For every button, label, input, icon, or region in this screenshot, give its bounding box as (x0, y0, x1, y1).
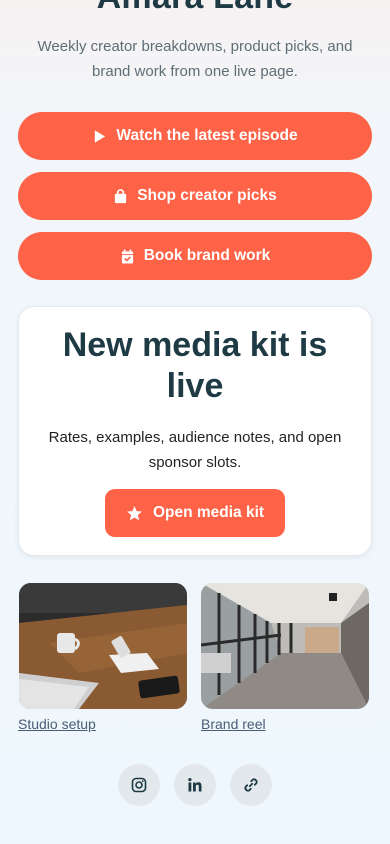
shop-creator-picks-label: Shop creator picks (137, 187, 277, 204)
profile-tagline: Weekly creator breakdowns, product picks… (37, 38, 353, 80)
laptop-desk-photo (19, 583, 187, 709)
linkedin-icon (188, 778, 202, 792)
watch-latest-episode-button[interactable]: Watch the latest episode (18, 112, 372, 160)
link-in-bio-page: Amara Lane Weekly creator breakdowns, pr… (0, 0, 390, 844)
linkedin-button[interactable] (174, 764, 216, 806)
instagram-icon (131, 777, 147, 793)
studio-setup-link[interactable]: Studio setup (18, 716, 96, 732)
open-media-kit-button[interactable]: Open media kit (105, 489, 285, 537)
media-kit-card: New media kit is live Rates, examples, a… (18, 306, 372, 556)
link-icon (244, 778, 258, 792)
studio-setup-image[interactable] (19, 583, 187, 709)
star-icon (126, 505, 142, 520)
media-kit-card-body: Rates, examples, audience notes, and ope… (48, 429, 342, 471)
shopping-bag-icon (115, 188, 127, 203)
website-link-button[interactable] (230, 764, 272, 806)
office-hallway-photo (201, 583, 369, 709)
instagram-button[interactable] (118, 764, 160, 806)
shop-creator-picks-button[interactable]: Shop creator picks (18, 172, 372, 220)
book-brand-work-label: Book brand work (143, 247, 271, 264)
book-brand-work-button[interactable]: Book brand work (18, 232, 372, 280)
media-kit-card-title: New media kit is live (62, 326, 328, 405)
open-media-kit-label: Open media kit (152, 504, 265, 521)
watch-latest-episode-label: Watch the latest episode (116, 127, 298, 144)
profile-name: Amara Lane (0, 0, 390, 17)
calendar-check-icon (121, 248, 133, 264)
brand-reel-image[interactable] (201, 583, 369, 709)
play-icon (95, 129, 106, 143)
brand-reel-link[interactable]: Brand reel (201, 716, 266, 732)
